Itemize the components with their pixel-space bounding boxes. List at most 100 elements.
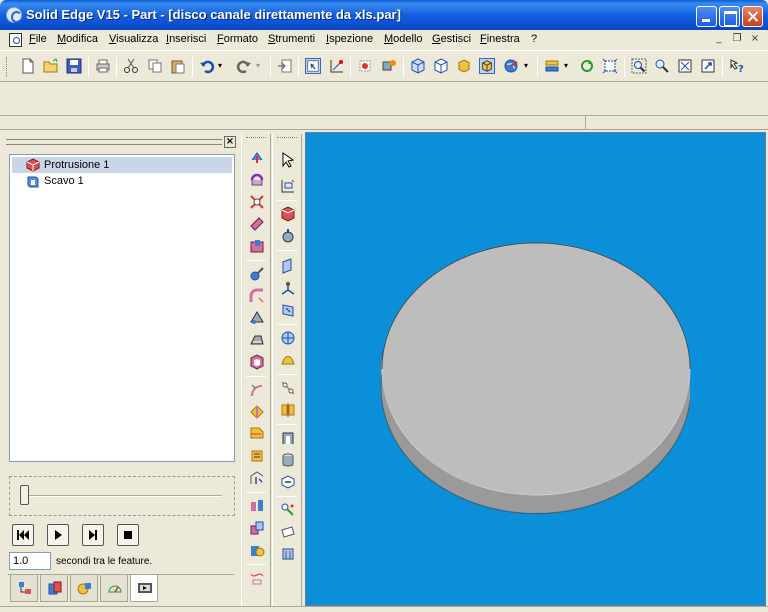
- rewind-button[interactable]: [12, 524, 34, 546]
- menu-finestra[interactable]: Finestra: [480, 33, 520, 45]
- face-tool-icon[interactable]: [280, 474, 296, 490]
- toolbar-grip[interactable]: [277, 137, 297, 140]
- chamfer-tool-icon[interactable]: [249, 310, 265, 326]
- pane-grip[interactable]: [6, 139, 222, 145]
- feature-library-icon[interactable]: [280, 502, 296, 518]
- layers-icon[interactable]: [544, 58, 560, 74]
- playback-slider-track[interactable]: [22, 495, 222, 497]
- surface-patch-icon[interactable]: [280, 352, 296, 368]
- split-body-icon[interactable]: [280, 402, 296, 418]
- family-of-parts-tab[interactable]: [40, 575, 68, 602]
- mdi-minimize-button[interactable]: _: [712, 33, 726, 46]
- blank-part-icon[interactable]: [280, 524, 296, 540]
- intersect-curve-icon[interactable]: [280, 380, 296, 396]
- step-button[interactable]: [82, 524, 104, 546]
- print-icon[interactable]: [95, 58, 111, 74]
- mirror-tool-icon[interactable]: [249, 498, 265, 514]
- mdi-restore-button[interactable]: ❐: [730, 33, 744, 46]
- menu-help[interactable]: ?: [531, 33, 537, 45]
- dimension-icon[interactable]: [280, 546, 296, 562]
- revolve-tool-icon[interactable]: [249, 172, 265, 188]
- tree-item-scavo[interactable]: Scavo 1: [12, 173, 232, 189]
- round-tool-icon[interactable]: [249, 288, 265, 304]
- menu-modello[interactable]: Modello: [384, 33, 423, 45]
- extrude-surface-icon[interactable]: [280, 206, 296, 222]
- assembly-tab[interactable]: [70, 575, 98, 602]
- menu-visualizza[interactable]: Visualizza: [109, 33, 158, 45]
- disk-top-face[interactable]: [381, 242, 691, 496]
- sphere-tool-icon[interactable]: [280, 330, 296, 346]
- zoom-area-icon[interactable]: [631, 58, 647, 74]
- redo-icon[interactable]: [236, 58, 252, 74]
- rib-tool-icon[interactable]: [249, 382, 265, 398]
- disk-model[interactable]: [306, 133, 767, 607]
- render-icon[interactable]: [381, 58, 397, 74]
- new-file-icon[interactable]: [20, 58, 36, 74]
- pattern-tool-icon[interactable]: [249, 520, 265, 536]
- insert-icon[interactable]: [277, 58, 293, 74]
- part-copy-tool-icon[interactable]: [249, 542, 265, 558]
- sketch-icon[interactable]: [329, 58, 345, 74]
- paint-icon[interactable]: [357, 58, 373, 74]
- undo-icon[interactable]: [199, 58, 215, 74]
- seconds-input[interactable]: 1.0: [9, 552, 51, 570]
- select-tool-icon[interactable]: [305, 58, 321, 74]
- revolve-surface-icon[interactable]: [280, 228, 296, 244]
- coordinate-system-icon[interactable]: [280, 280, 296, 296]
- undo-dropdown-icon[interactable]: ▾: [218, 61, 234, 77]
- mdi-close-button[interactable]: ×: [748, 33, 762, 46]
- cylinder-tool-icon[interactable]: [280, 452, 296, 468]
- iso-view-icon[interactable]: [410, 58, 426, 74]
- sketch-plane-icon[interactable]: [280, 178, 296, 194]
- menu-formato[interactable]: Formato: [217, 33, 258, 45]
- globe-icon[interactable]: [503, 58, 519, 74]
- menu-strumenti[interactable]: Strumenti: [268, 33, 315, 45]
- stop-button[interactable]: [117, 524, 139, 546]
- document-icon[interactable]: [9, 33, 22, 47]
- model-viewport[interactable]: [305, 132, 766, 606]
- cutout-tool-icon[interactable]: [249, 238, 265, 254]
- menu-file[interactable]: File: [29, 33, 47, 45]
- toolbar-grip[interactable]: [6, 57, 9, 77]
- select-arrow-icon[interactable]: [280, 152, 296, 168]
- zoom-icon[interactable]: [654, 58, 670, 74]
- thin-wall-tool-icon[interactable]: [249, 354, 265, 370]
- play-button[interactable]: [47, 524, 69, 546]
- construction-surface-icon[interactable]: [249, 570, 265, 586]
- shell-tool-icon[interactable]: [280, 430, 296, 446]
- vent-tool-icon[interactable]: [249, 448, 265, 464]
- pane-close-icon[interactable]: ×: [224, 136, 236, 148]
- menu-modifica[interactable]: Modifica: [57, 33, 98, 45]
- feature-pathfinder[interactable]: Protrusione 1 Scavo 1: [9, 154, 235, 462]
- layers-dropdown-icon[interactable]: ▾: [564, 61, 580, 77]
- menu-gestisci[interactable]: Gestisci: [432, 33, 471, 45]
- sensors-tab[interactable]: [100, 575, 128, 602]
- mounting-boss-tool-icon[interactable]: [249, 470, 265, 486]
- fit-all-icon[interactable]: [677, 58, 693, 74]
- playback-slider-thumb[interactable]: [20, 485, 29, 505]
- hole-tool-icon[interactable]: [249, 266, 265, 282]
- copy-icon[interactable]: [147, 58, 163, 74]
- open-folder-icon[interactable]: [43, 58, 59, 74]
- tree-item-protrusione[interactable]: Protrusione 1: [12, 157, 232, 173]
- solid-edge-app-icon[interactable]: [6, 7, 22, 23]
- front-view-icon[interactable]: [433, 58, 449, 74]
- shaded-icon[interactable]: [456, 58, 472, 74]
- toolbar-grip[interactable]: [246, 137, 266, 140]
- rotate-icon[interactable]: [579, 58, 595, 74]
- minimize-button[interactable]: [696, 6, 717, 27]
- save-disk-icon[interactable]: [66, 58, 82, 74]
- close-button[interactable]: [742, 6, 763, 27]
- shaded-edges-icon[interactable]: [479, 58, 495, 74]
- feature-playback-tab[interactable]: [130, 575, 158, 602]
- maximize-button[interactable]: [719, 6, 740, 27]
- draft-tool-icon[interactable]: [249, 332, 265, 348]
- sweep-tool-icon[interactable]: [249, 216, 265, 232]
- whats-this-icon[interactable]: ?: [729, 58, 745, 74]
- feature-pathfinder-tab[interactable]: [10, 575, 38, 602]
- angled-plane-icon[interactable]: [280, 302, 296, 318]
- loft-tool-icon[interactable]: [249, 194, 265, 210]
- pan-icon[interactable]: [700, 58, 716, 74]
- protrusion-tool-icon[interactable]: [249, 150, 265, 166]
- paste-icon[interactable]: [170, 58, 186, 74]
